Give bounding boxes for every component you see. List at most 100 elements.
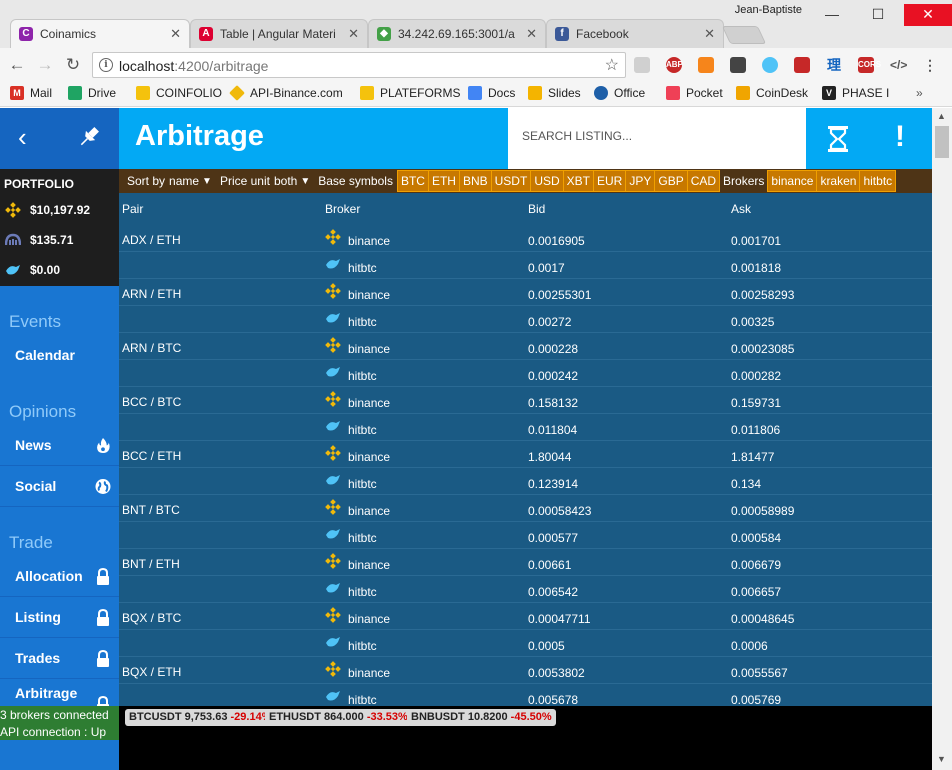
table-row[interactable]: ARN / ETH binance 0.00255301 0.00258293 (119, 279, 932, 306)
table-row[interactable]: hitbtc 0.0017 0.001818 (119, 252, 932, 279)
chip-base-usd[interactable]: USD (531, 170, 564, 192)
chip-base-eur[interactable]: EUR (594, 170, 627, 192)
scroll-up-arrow-icon[interactable]: ▲ (937, 111, 946, 121)
chip-broker-kraken[interactable]: kraken (817, 170, 861, 192)
ticker-bnbusdt[interactable]: BNBUSDT 10.8200 -45.50% (407, 709, 556, 726)
sidebar-item-trades[interactable]: Trades (0, 639, 119, 679)
back-chevron-icon[interactable]: ‹ (18, 124, 27, 150)
hourglass-icon[interactable] (827, 125, 849, 153)
close-tab-icon[interactable]: ✕ (348, 26, 359, 42)
bookmark-docs[interactable]: Docs (468, 86, 515, 100)
table-row[interactable]: hitbtc 0.123914 0.134 (119, 468, 932, 495)
table-row[interactable]: hitbtc 0.00272 0.00325 (119, 306, 932, 333)
table-row[interactable]: ARN / BTC binance 0.000228 0.00023085 (119, 333, 932, 360)
new-tab-button[interactable] (721, 26, 767, 44)
bookmark-slides[interactable]: Slides (528, 86, 581, 100)
chip-base-btc[interactable]: BTC (396, 170, 429, 192)
ticker-btcusdt[interactable]: BTCUSDT 9,753.63 -29.14% (125, 709, 276, 726)
chip-base-eth[interactable]: ETH (428, 170, 460, 192)
table-row[interactable]: hitbtc 0.006542 0.006657 (119, 576, 932, 603)
back-arrow-icon[interactable]: ← (6, 54, 28, 76)
cloud-icon[interactable] (762, 57, 778, 73)
table-row[interactable]: BNT / BTC binance 0.00058423 0.00058989 (119, 495, 932, 522)
bookmark-coinfolio[interactable]: COINFOLIO (136, 86, 222, 100)
ask-cell: 0.000584 (731, 531, 782, 545)
reload-icon[interactable]: ↻ (62, 54, 84, 76)
sidebar-item-news[interactable]: News (0, 426, 119, 466)
metamask-icon[interactable] (698, 57, 714, 73)
cors-icon[interactable]: CORS (858, 57, 881, 73)
more-bookmarks-icon[interactable]: » (916, 86, 923, 100)
extension-grey-icon[interactable] (634, 57, 650, 73)
table-row[interactable]: BQX / ETH binance 0.0053802 0.0055567 (119, 657, 932, 684)
maximize-button[interactable]: ☐ (858, 4, 898, 26)
close-tab-icon[interactable]: ✕ (704, 26, 715, 42)
address-bar[interactable]: i localhost:4200/arbitrage ☆ (92, 52, 626, 78)
page-scrollbar[interactable]: ▲ ▼ (932, 108, 952, 770)
bookmark-plateforms[interactable]: PLATEFORMS (360, 86, 460, 100)
close-tab-icon[interactable]: ✕ (170, 26, 181, 42)
alert-icon[interactable]: ! (890, 120, 910, 154)
search-input[interactable] (522, 129, 792, 143)
table-row[interactable]: hitbtc 0.011804 0.011806 (119, 414, 932, 441)
table-row[interactable]: ADX / ETH binance 0.0016905 0.001701 (119, 225, 932, 252)
url-text[interactable]: localhost:4200/arbitrage (119, 58, 268, 74)
sidebar-item-listing[interactable]: Listing (0, 598, 119, 638)
pdf-icon[interactable] (794, 57, 810, 73)
table-row[interactable]: BQX / BTC binance 0.00047711 0.00048645 (119, 603, 932, 630)
table-row[interactable]: hitbtc 0.000577 0.000584 (119, 522, 932, 549)
table-row[interactable]: BNT / ETH binance 0.00661 0.006679 (119, 549, 932, 576)
close-tab-icon[interactable]: ✕ (526, 26, 537, 42)
bookmark-office[interactable]: Office (594, 86, 645, 100)
pin-icon[interactable] (76, 124, 102, 150)
pocket-extension-icon[interactable] (730, 57, 746, 73)
bookmark-api-binance[interactable]: API-Binance.com (229, 85, 343, 101)
bookmark-pocket[interactable]: Pocket (666, 86, 723, 100)
sort-select[interactable]: name (169, 174, 199, 188)
table-row[interactable]: hitbtc 0.000242 0.000282 (119, 360, 932, 387)
minimize-button[interactable]: — (812, 4, 852, 26)
adblock-icon[interactable]: ABP (666, 57, 683, 73)
tab-node-server[interactable]: ◆ 34.242.69.165:3001/a ✕ (368, 19, 546, 48)
chip-base-bnb[interactable]: BNB (459, 170, 492, 192)
chip-base-cad[interactable]: CAD (687, 170, 721, 192)
chip-base-gbp[interactable]: GBP (655, 170, 688, 192)
chip-base-usdt[interactable]: USDT (491, 170, 532, 192)
table-row[interactable]: BCC / BTC binance 0.158132 0.159731 (119, 387, 932, 414)
column-header-pair[interactable]: Pair (122, 202, 143, 216)
column-header-bid[interactable]: Bid (528, 202, 545, 216)
column-header-ask[interactable]: Ask (731, 202, 751, 216)
close-window-button[interactable]: ✕ (904, 4, 952, 26)
chip-broker-binance[interactable]: binance (767, 170, 818, 192)
tab-coinamics[interactable]: C Coinamics ✕ (10, 19, 190, 48)
bookmark-star-icon[interactable]: ☆ (605, 55, 619, 75)
chip-base-jpy[interactable]: JPY (626, 170, 656, 192)
sidebar-item-social[interactable]: Social (0, 467, 119, 507)
table-row[interactable]: hitbtc 0.005678 0.005769 (119, 684, 932, 706)
chevron-down-icon[interactable]: ▼ (300, 176, 310, 187)
bookmark-phase-i[interactable]: V PHASE I (822, 86, 889, 100)
bookmark-drive[interactable]: Drive (68, 86, 116, 100)
ticker-ethusdt[interactable]: ETHUSDT 864.000 -33.53% (265, 709, 412, 726)
sidebar-item-calendar[interactable]: Calendar (0, 336, 119, 376)
chevron-down-icon[interactable]: ▼ (202, 176, 212, 187)
forward-arrow-icon[interactable]: → (34, 54, 56, 76)
bookmark-mail[interactable]: M Mail (10, 86, 52, 100)
chip-broker-hitbtc[interactable]: hitbtc (860, 170, 897, 192)
scroll-thumb[interactable] (935, 126, 949, 158)
sidebar-item-arbitrage[interactable]: Arbitrage (0, 680, 119, 706)
table-row[interactable]: hitbtc 0.0005 0.0006 (119, 630, 932, 657)
info-icon[interactable]: i (99, 58, 113, 72)
chip-base-xbt[interactable]: XBT (563, 170, 594, 192)
table-row[interactable]: BCC / ETH binance 1.80044 1.81477 (119, 441, 932, 468)
column-header-broker[interactable]: Broker (325, 202, 360, 216)
scroll-down-arrow-icon[interactable]: ▼ (937, 754, 946, 764)
tab-facebook[interactable]: f Facebook ✕ (546, 19, 724, 48)
kanji-extension-icon[interactable]: 理 (826, 57, 842, 73)
bookmark-coindesk[interactable]: CoinDesk (736, 86, 808, 100)
code-icon[interactable]: </> (890, 57, 907, 73)
menu-dots-icon[interactable]: ⋮ (922, 57, 938, 73)
price-unit-select[interactable]: both (274, 174, 297, 188)
sidebar-item-allocation[interactable]: Allocation (0, 557, 119, 597)
tab-angular[interactable]: A Table | Angular Materi ✕ (190, 19, 368, 48)
